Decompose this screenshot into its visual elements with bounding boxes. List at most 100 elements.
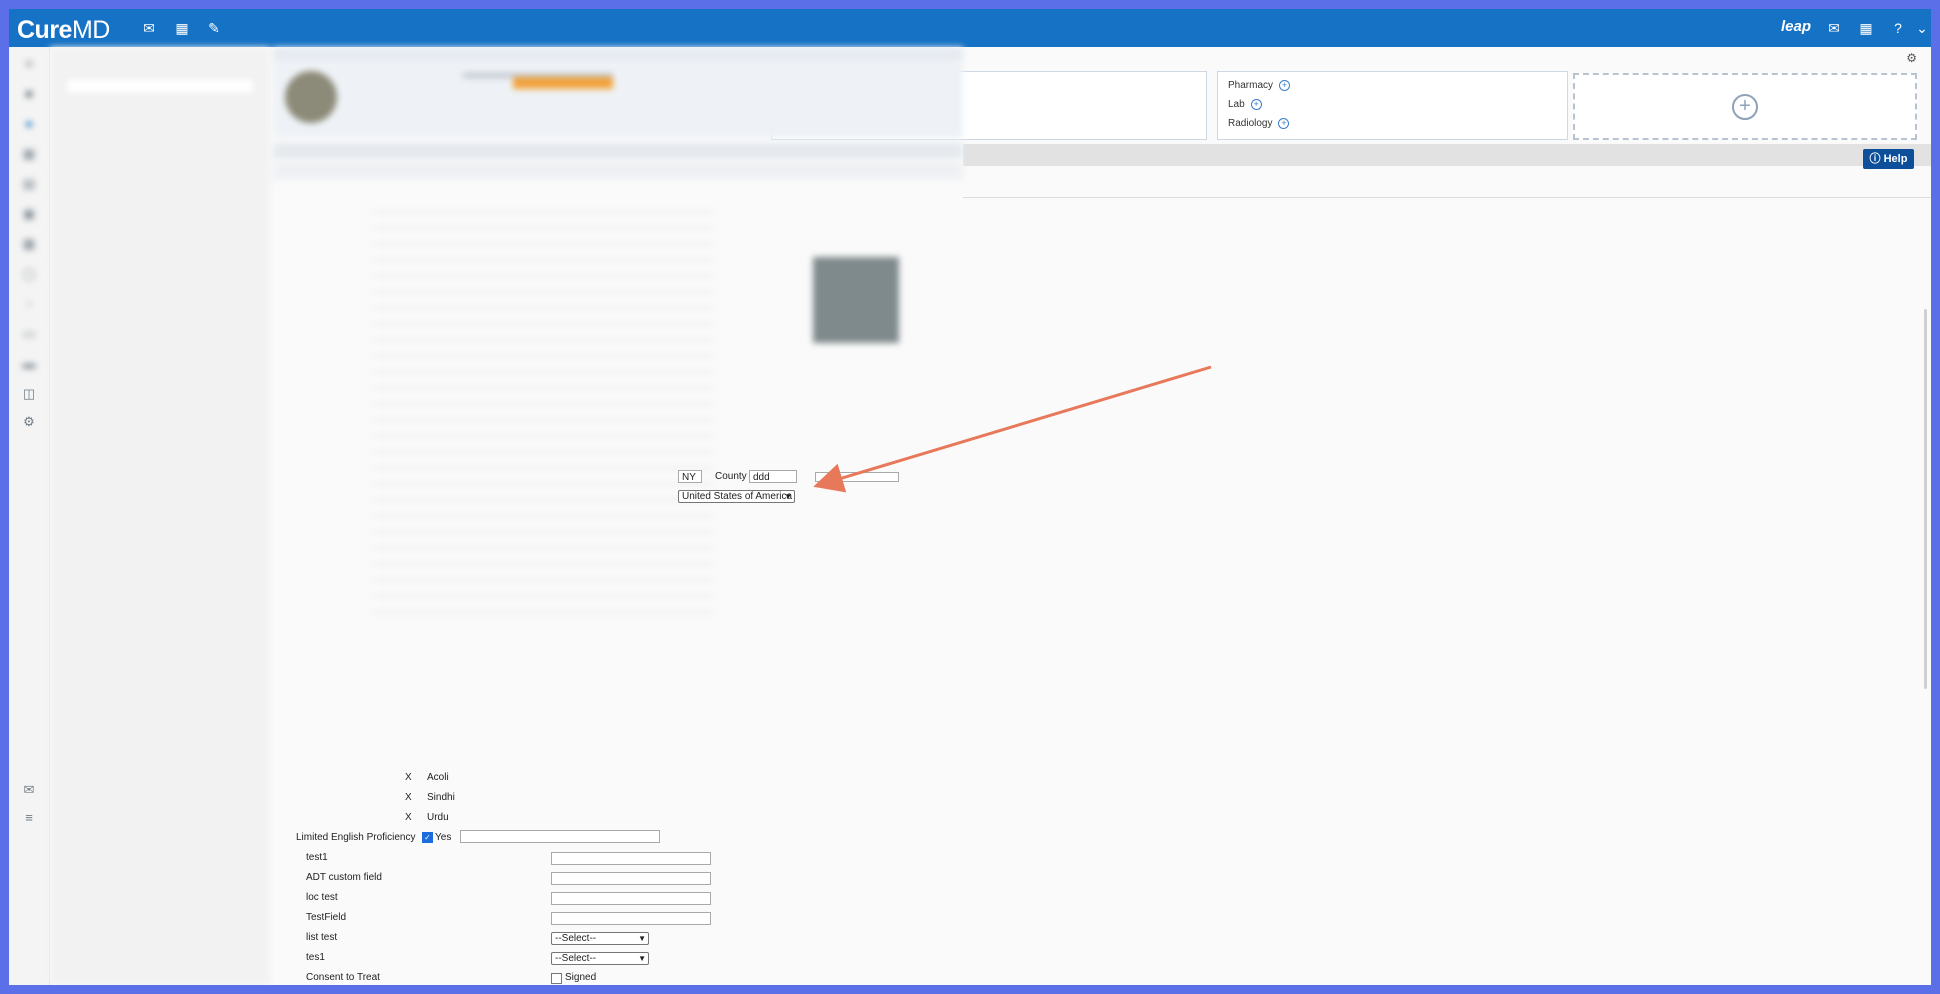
select-value: --Select-- (555, 933, 597, 944)
limited-english-label: Limited English Proficiency (296, 832, 416, 843)
pharmacy-label: Pharmacy (1228, 80, 1274, 92)
chat-icon[interactable]: ✉ (1825, 19, 1843, 37)
feedback-chat-icon[interactable]: ✉ (20, 781, 38, 799)
patient-demographics-form (273, 47, 963, 985)
nav-item[interactable] (50, 235, 270, 261)
chevron-down-icon[interactable]: ⌄ (1913, 19, 1931, 37)
county-label: County (715, 471, 747, 482)
state-input[interactable]: NY (678, 470, 702, 483)
pharmacy-icon[interactable]: ▭ (20, 325, 38, 343)
country-select[interactable]: United States of America ▼ (678, 490, 795, 503)
app-window: CureMD ✉ ▦ ✎ leap ✉ ▦ ? ⌄ ≡ ■ ● ▦ ▤ ▣ ▩ … (9, 9, 1931, 985)
nav-item[interactable] (50, 157, 270, 183)
custom-field-label: loc test (306, 892, 338, 903)
custom-field-input[interactable] (551, 852, 711, 865)
custom-field-label: ADT custom field (306, 872, 382, 883)
nav-item[interactable] (50, 105, 270, 131)
help-circle-icon[interactable]: ? (1889, 19, 1907, 37)
nav-item[interactable] (50, 313, 270, 339)
county-input[interactable]: ddd (749, 470, 797, 483)
patient-header-strip (273, 47, 963, 62)
radiology-row: Radiology + (1228, 118, 1290, 130)
custom-field-label: test1 (306, 852, 328, 863)
add-lab-icon[interactable]: + (1250, 99, 1262, 110)
lab-label: Lab (1228, 99, 1245, 111)
patient-banner (273, 63, 963, 138)
select-field[interactable]: --Select-- ▼ (551, 932, 649, 945)
sliders-icon[interactable]: ≡ (20, 809, 38, 827)
apps-grid-icon[interactable]: ▦ (1857, 19, 1875, 37)
messages-icon[interactable]: ✉ (140, 19, 158, 37)
logo-suffix-text: MD (71, 16, 110, 44)
settings-gear-icon[interactable]: ⚙ (20, 413, 38, 431)
prescription-pen-icon[interactable]: ✎ (205, 19, 223, 37)
form-toolbar (273, 163, 963, 179)
custom-field-label: TestField (306, 912, 347, 923)
page-scrollbar[interactable] (1924, 309, 1927, 689)
help-button[interactable]: ⓘ Help (1863, 149, 1914, 169)
chevron-down-icon: ▼ (784, 492, 792, 501)
limited-english-yes-label: Yes (435, 832, 452, 843)
chevron-down-icon: ▼ (638, 934, 646, 943)
language-remove-x[interactable]: X (405, 772, 412, 783)
patient-photo (285, 71, 337, 123)
inbox-icon[interactable]: ▬ (20, 355, 38, 373)
nav-item[interactable] (50, 209, 270, 235)
dashboard-icon[interactable]: ■ (20, 85, 38, 103)
nav-item[interactable] (50, 183, 270, 209)
lab-icon[interactable]: ▫ (20, 295, 38, 313)
radiology-label: Radiology (1228, 118, 1273, 130)
custom-field-input[interactable] (551, 892, 711, 905)
schedule-icon[interactable]: ▦ (20, 145, 38, 163)
logo-main-text: Cure (17, 16, 72, 44)
limited-english-input[interactable] (460, 830, 660, 843)
add-radiology-icon[interactable]: + (1278, 118, 1290, 129)
folder-icon[interactable]: ◫ (20, 385, 38, 403)
form-tabs (273, 143, 963, 159)
left-icon-rail: ≡ ■ ● ▦ ▤ ▣ ▩ ▢ ▫ ▭ ▬ ◫ ⚙ ✉ ≡ (9, 47, 50, 985)
calendar-icon[interactable]: ▦ (173, 19, 191, 37)
tasks-icon[interactable]: ▢ (20, 265, 38, 283)
language-name: Acoli (427, 772, 449, 783)
form-fields-blurred (373, 197, 713, 617)
language-remove-x[interactable]: X (405, 812, 412, 823)
top-bar: CureMD ✉ ▦ ✎ leap ✉ ▦ ? ⌄ (9, 9, 1931, 47)
menu-icon[interactable]: ≡ (20, 55, 38, 73)
nav-item[interactable] (50, 261, 270, 287)
select-value: --Select-- (555, 953, 597, 964)
documents-icon[interactable]: ▤ (20, 175, 38, 193)
custom-field-input[interactable] (551, 872, 711, 885)
county-extra-input[interactable] (815, 472, 899, 482)
info-icon: ⓘ (1869, 153, 1881, 165)
nav-item[interactable] (50, 287, 270, 313)
banner-badge (513, 77, 613, 89)
country-value: United States of America (682, 491, 793, 502)
orders-panel: Pharmacy + Lab + Radiology + (1217, 71, 1568, 140)
nav-panel-header (50, 47, 270, 77)
custom-field-input[interactable] (551, 912, 711, 925)
leap-logo[interactable]: leap (1781, 18, 1811, 35)
patient-icon[interactable]: ● (20, 115, 38, 133)
panel-settings-gear-icon[interactable]: ⚙ (1906, 51, 1917, 65)
language-remove-x[interactable]: X (405, 792, 412, 803)
patient-photo-large (813, 257, 899, 343)
nav-item[interactable] (50, 339, 270, 365)
select-field[interactable]: --Select-- ▼ (551, 952, 649, 965)
consent-signed-checkbox[interactable] (551, 973, 562, 984)
consent-signed-label: Signed (565, 972, 597, 983)
add-widget-tile[interactable]: + (1573, 73, 1917, 140)
add-pharmacy-icon[interactable]: + (1279, 80, 1291, 91)
divider (963, 197, 1931, 198)
limited-english-checkbox[interactable]: ✓ (422, 832, 433, 843)
billing-icon[interactable]: ▣ (20, 205, 38, 223)
chevron-down-icon: ▼ (638, 954, 646, 963)
lab-row: Lab + (1228, 99, 1262, 110)
help-label: Help (1883, 153, 1908, 165)
nav-item[interactable] (50, 131, 270, 157)
toolbar-strip (963, 144, 1931, 166)
reports-icon[interactable]: ▩ (20, 235, 38, 253)
add-widget-plus-icon: + (1732, 93, 1758, 120)
curemd-logo[interactable]: CureMD (17, 16, 110, 45)
nav-search-box[interactable] (65, 77, 255, 95)
language-name: Sindhi (427, 792, 455, 803)
